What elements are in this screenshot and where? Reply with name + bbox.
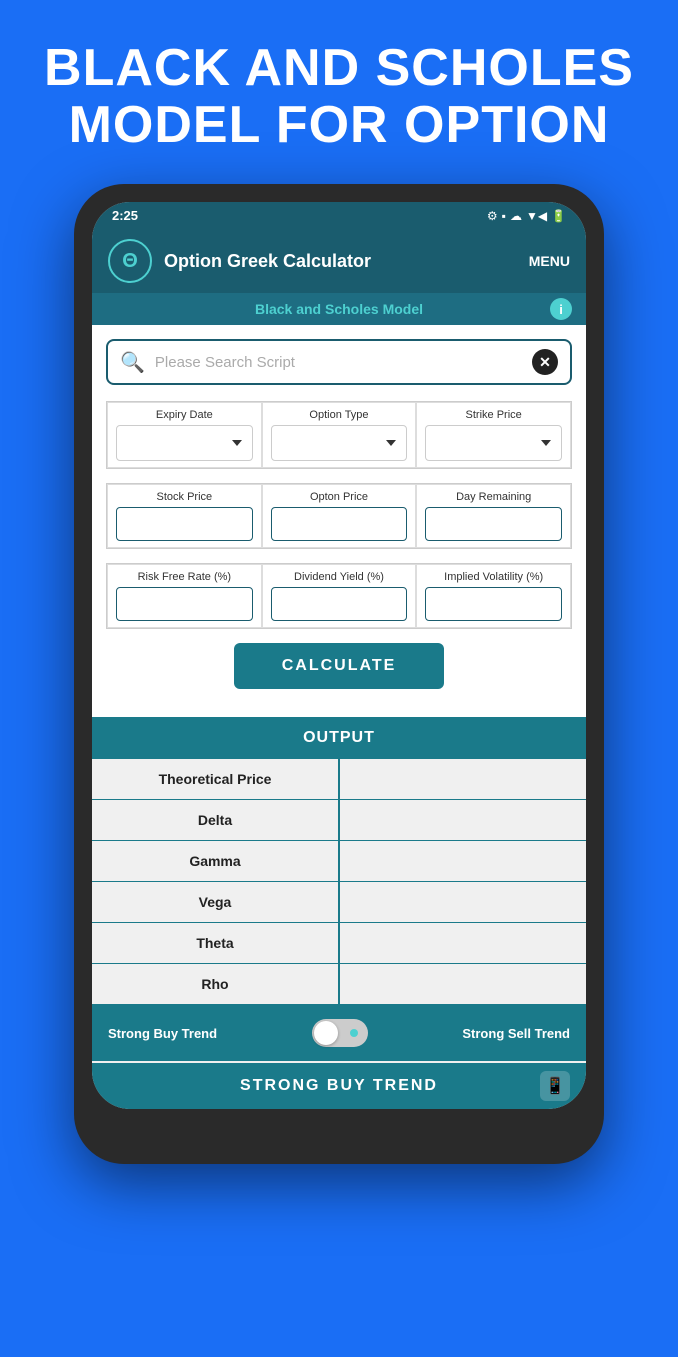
output-row-gamma: Gamma [92,841,586,882]
output-row-delta: Delta [92,800,586,841]
calculate-button[interactable]: CALCULATE [234,643,445,689]
day-remaining-cell: Day Remaining [416,484,571,548]
output-row-vega: Vega [92,882,586,923]
toggle-knob [314,1021,338,1045]
opton-price-label: Opton Price [271,491,408,503]
delta-label: Delta [92,800,340,840]
dividend-yield-input[interactable] [271,587,408,621]
strong-sell-label: Strong Sell Trend [462,1026,570,1041]
battery-icon: ▪ [502,209,506,223]
theta-label: Theta [92,923,340,963]
implied-volatility-cell: Implied Volatility (%) [416,564,571,628]
option-type-cell: Option Type [262,402,417,468]
dividend-yield-label: Dividend Yield (%) [271,571,408,583]
toggle-section: Strong Buy Trend Strong Sell Trend [92,1005,586,1061]
gamma-value [340,841,586,881]
output-row-rho: Rho [92,964,586,1005]
phone-device: 2:25 ⚙ ▪ ☁ ▼◀ 🔋 Θ Option Greek Calculato… [74,184,604,1164]
dividend-yield-cell: Dividend Yield (%) [262,564,417,628]
implied-volatility-label: Implied Volatility (%) [425,571,562,583]
signal-icon: ▼◀ [526,209,547,223]
option-type-select[interactable] [271,425,408,461]
strike-price-select[interactable] [425,425,562,461]
status-icons: ⚙ ▪ ☁ ▼◀ 🔋 [487,209,566,223]
settings-icon: ⚙ [487,209,498,223]
implied-volatility-input[interactable] [425,587,562,621]
opton-price-cell: Opton Price [262,484,417,548]
vega-label: Vega [92,882,340,922]
status-time: 2:25 [112,208,138,223]
day-remaining-input[interactable] [425,507,562,541]
gamma-label: Gamma [92,841,340,881]
risk-free-rate-input[interactable] [116,587,253,621]
theta-value [340,923,586,963]
info-icon[interactable]: i [550,298,572,320]
theoretical-price-label: Theoretical Price [92,759,340,799]
delta-value [340,800,586,840]
search-icon: 🔍 [120,350,145,375]
option-type-label: Option Type [271,409,408,421]
menu-button[interactable]: MENU [529,253,570,269]
output-row-theta: Theta [92,923,586,964]
stock-price-input[interactable] [116,507,253,541]
cloud-icon: ☁ [510,209,522,223]
expiry-date-cell: Expiry Date [107,402,262,468]
app-title: Option Greek Calculator [164,251,517,272]
expiry-date-select[interactable] [116,425,253,461]
theoretical-price-value [340,759,586,799]
stock-price-cell: Stock Price [107,484,262,548]
hero-title: BLACK AND SCHOLES MODEL FOR OPTION [0,0,678,184]
toggle-switch[interactable] [312,1019,368,1047]
phone-screen: 2:25 ⚙ ▪ ☁ ▼◀ 🔋 Θ Option Greek Calculato… [92,202,586,1109]
expiry-date-label: Expiry Date [116,409,253,421]
strong-trend-bar: STRONG BUY TREND 📱 [92,1063,586,1109]
output-table: Theoretical Price Delta Gamma Vega Theta… [92,759,586,1005]
risk-free-rate-cell: Risk Free Rate (%) [107,564,262,628]
form-row-1: Expiry Date Option Type Strike Price [106,401,572,469]
rho-label: Rho [92,964,340,1004]
rho-value [340,964,586,1004]
vega-value [340,882,586,922]
subtitle-text: Black and Scholes Model [255,301,423,317]
strike-price-label: Strike Price [425,409,562,421]
form-row-3: Risk Free Rate (%) Dividend Yield (%) Im… [106,563,572,629]
subtitle-bar: Black and Scholes Model i [92,293,586,325]
opton-price-input[interactable] [271,507,408,541]
toggle-dot [350,1029,358,1037]
strong-trend-text: STRONG BUY TREND [240,1077,438,1095]
search-input[interactable]: Please Search Script [155,354,532,371]
form-row-2: Stock Price Opton Price Day Remaining [106,483,572,549]
output-row-theoretical-price: Theoretical Price [92,759,586,800]
app-logo: Θ [108,239,152,283]
strike-price-cell: Strike Price [416,402,571,468]
trend-phone-icon[interactable]: 📱 [540,1071,570,1101]
clear-icon[interactable]: ✕ [532,349,558,375]
battery-level-icon: 🔋 [551,209,566,223]
output-header: OUTPUT [92,717,586,759]
stock-price-label: Stock Price [116,491,253,503]
status-bar: 2:25 ⚙ ▪ ☁ ▼◀ 🔋 [92,202,586,229]
search-bar[interactable]: 🔍 Please Search Script ✕ [106,339,572,385]
day-remaining-label: Day Remaining [425,491,562,503]
app-header: Θ Option Greek Calculator MENU [92,229,586,293]
risk-free-rate-label: Risk Free Rate (%) [116,571,253,583]
strong-buy-label: Strong Buy Trend [108,1026,217,1041]
main-content: 🔍 Please Search Script ✕ Expiry Date Opt… [92,325,586,717]
